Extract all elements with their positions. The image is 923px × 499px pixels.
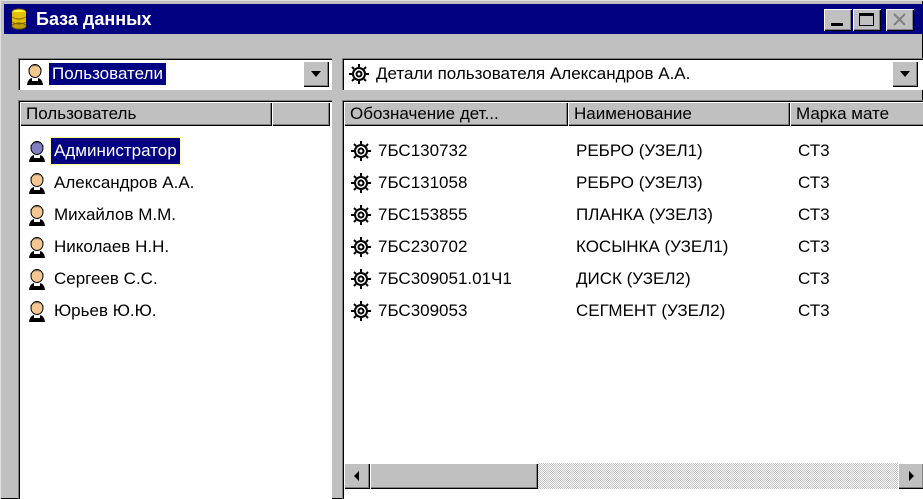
user-icon (29, 237, 45, 258)
details-selector-dropdown-button[interactable] (892, 61, 918, 87)
close-icon (893, 13, 906, 26)
minimize-button[interactable] (824, 9, 852, 31)
chevron-down-icon (311, 71, 321, 77)
user-list-item[interactable]: Николаев Н.Н. (26, 234, 316, 260)
scroll-left-button[interactable] (344, 463, 370, 489)
user-icon (29, 205, 45, 226)
admin-user-icon (29, 141, 45, 162)
table-row[interactable]: 7БС130732 РЕБРО (УЗЕЛ1) СТ3 (350, 138, 923, 164)
details-selector-combo[interactable]: Детали пользователя Александров А.А. (342, 58, 923, 90)
user-name: Николаев Н.Н. (54, 237, 170, 256)
user-list-item[interactable]: Юрьев Ю.Ю. (26, 298, 316, 324)
cell-designation: 7БС130732 (378, 141, 468, 160)
gear-icon (351, 301, 371, 321)
table-row[interactable]: 7БС153855 ПЛАНКА (УЗЕЛ3) СТ3 (350, 202, 923, 228)
arrow-left-icon (354, 471, 359, 481)
cell-designation: 7БС131058 (378, 173, 468, 192)
cell-material: СТ3 (798, 269, 830, 288)
cell-name: КОСЫНКА (УЗЕЛ1) (576, 237, 729, 256)
user-list-item[interactable]: Михайлов М.М. (26, 202, 316, 228)
cell-material: СТ3 (798, 237, 830, 256)
gear-icon (351, 173, 371, 193)
cell-name: ДИСК (УЗЕЛ2) (576, 269, 691, 288)
user-icon (27, 64, 43, 85)
scrollbar-thumb[interactable] (370, 463, 538, 489)
cell-designation: 7БС230702 (378, 237, 468, 256)
table-row[interactable]: 7БС309051.01Ч1 ДИСК (УЗЕЛ2) СТ3 (350, 266, 923, 292)
title-bar[interactable]: База данных (4, 4, 923, 34)
window-title: База данных (36, 9, 152, 29)
gear-icon (349, 64, 369, 84)
column-header-designation[interactable]: Обозначение дет... (344, 102, 568, 126)
column-header-material[interactable]: Марка мате (790, 102, 923, 126)
user-icon (29, 173, 45, 194)
maximize-icon (859, 13, 874, 26)
user-list-item[interactable]: Администратор (26, 137, 316, 165)
column-header-material-label: Марка мате (796, 104, 890, 123)
cell-material: СТ3 (798, 205, 830, 224)
view-selector-combo[interactable]: Пользователи (18, 58, 332, 90)
gear-icon (351, 237, 371, 257)
cell-designation: 7БС309051.01Ч1 (378, 269, 512, 288)
users-list[interactable]: Пользователь Администратор Александров А.… (18, 100, 332, 499)
column-header-designation-label: Обозначение дет... (350, 104, 499, 123)
column-header-user[interactable]: Пользователь (20, 102, 272, 126)
cell-material: СТ3 (798, 301, 830, 320)
cell-name: РЕБРО (УЗЕЛ3) (576, 173, 703, 192)
gear-icon (351, 205, 371, 225)
user-list-item[interactable]: Сергеев С.С. (26, 266, 316, 292)
cell-designation: 7БС153855 (378, 205, 468, 224)
scroll-right-button[interactable] (898, 463, 923, 489)
database-icon (11, 8, 27, 30)
user-icon (29, 301, 45, 322)
user-name: Михайлов М.М. (54, 205, 177, 224)
cell-material: СТ3 (798, 173, 830, 192)
table-row[interactable]: 7БС230702 КОСЫНКА (УЗЕЛ1) СТ3 (350, 234, 923, 260)
arrow-right-icon (909, 471, 914, 481)
gear-icon (351, 269, 371, 289)
view-selector-value: Пользователи (49, 63, 166, 85)
cell-name: ПЛАНКА (УЗЕЛ3) (576, 205, 713, 224)
user-icon (29, 269, 45, 290)
minimize-icon (831, 23, 843, 26)
cell-name: РЕБРО (УЗЕЛ1) (576, 141, 703, 160)
gear-icon (351, 141, 371, 161)
cell-name: СЕГМЕНТ (УЗЕЛ2) (576, 301, 726, 320)
table-row[interactable]: 7БС131058 РЕБРО (УЗЕЛ3) СТ3 (350, 170, 923, 196)
user-name: Юрьев Ю.Ю. (54, 301, 157, 320)
database-window: База данных Пользователи Пользователь Ад… (0, 0, 923, 499)
details-table[interactable]: Обозначение дет... Наименование Марка ма… (342, 100, 923, 499)
details-selector-value: Детали пользователя Александров А.А. (376, 64, 691, 83)
column-header-name[interactable]: Наименование (568, 102, 790, 126)
close-button[interactable] (886, 9, 914, 31)
user-name: Администратор (50, 137, 181, 165)
user-name: Сергеев С.С. (54, 269, 158, 288)
cell-material: СТ3 (798, 141, 830, 160)
column-header-blank[interactable] (272, 102, 330, 126)
column-header-name-label: Наименование (574, 104, 692, 123)
user-name: Александров А.А. (54, 173, 195, 192)
view-selector-dropdown-button[interactable] (303, 61, 329, 87)
horizontal-scrollbar[interactable] (344, 463, 923, 489)
column-header-user-label: Пользователь (26, 104, 137, 123)
table-row[interactable]: 7БС309053 СЕГМЕНТ (УЗЕЛ2) СТ3 (350, 298, 923, 324)
user-list-item[interactable]: Александров А.А. (26, 170, 316, 196)
chevron-down-icon (900, 71, 910, 77)
maximize-button[interactable] (853, 9, 881, 31)
cell-designation: 7БС309053 (378, 301, 468, 320)
